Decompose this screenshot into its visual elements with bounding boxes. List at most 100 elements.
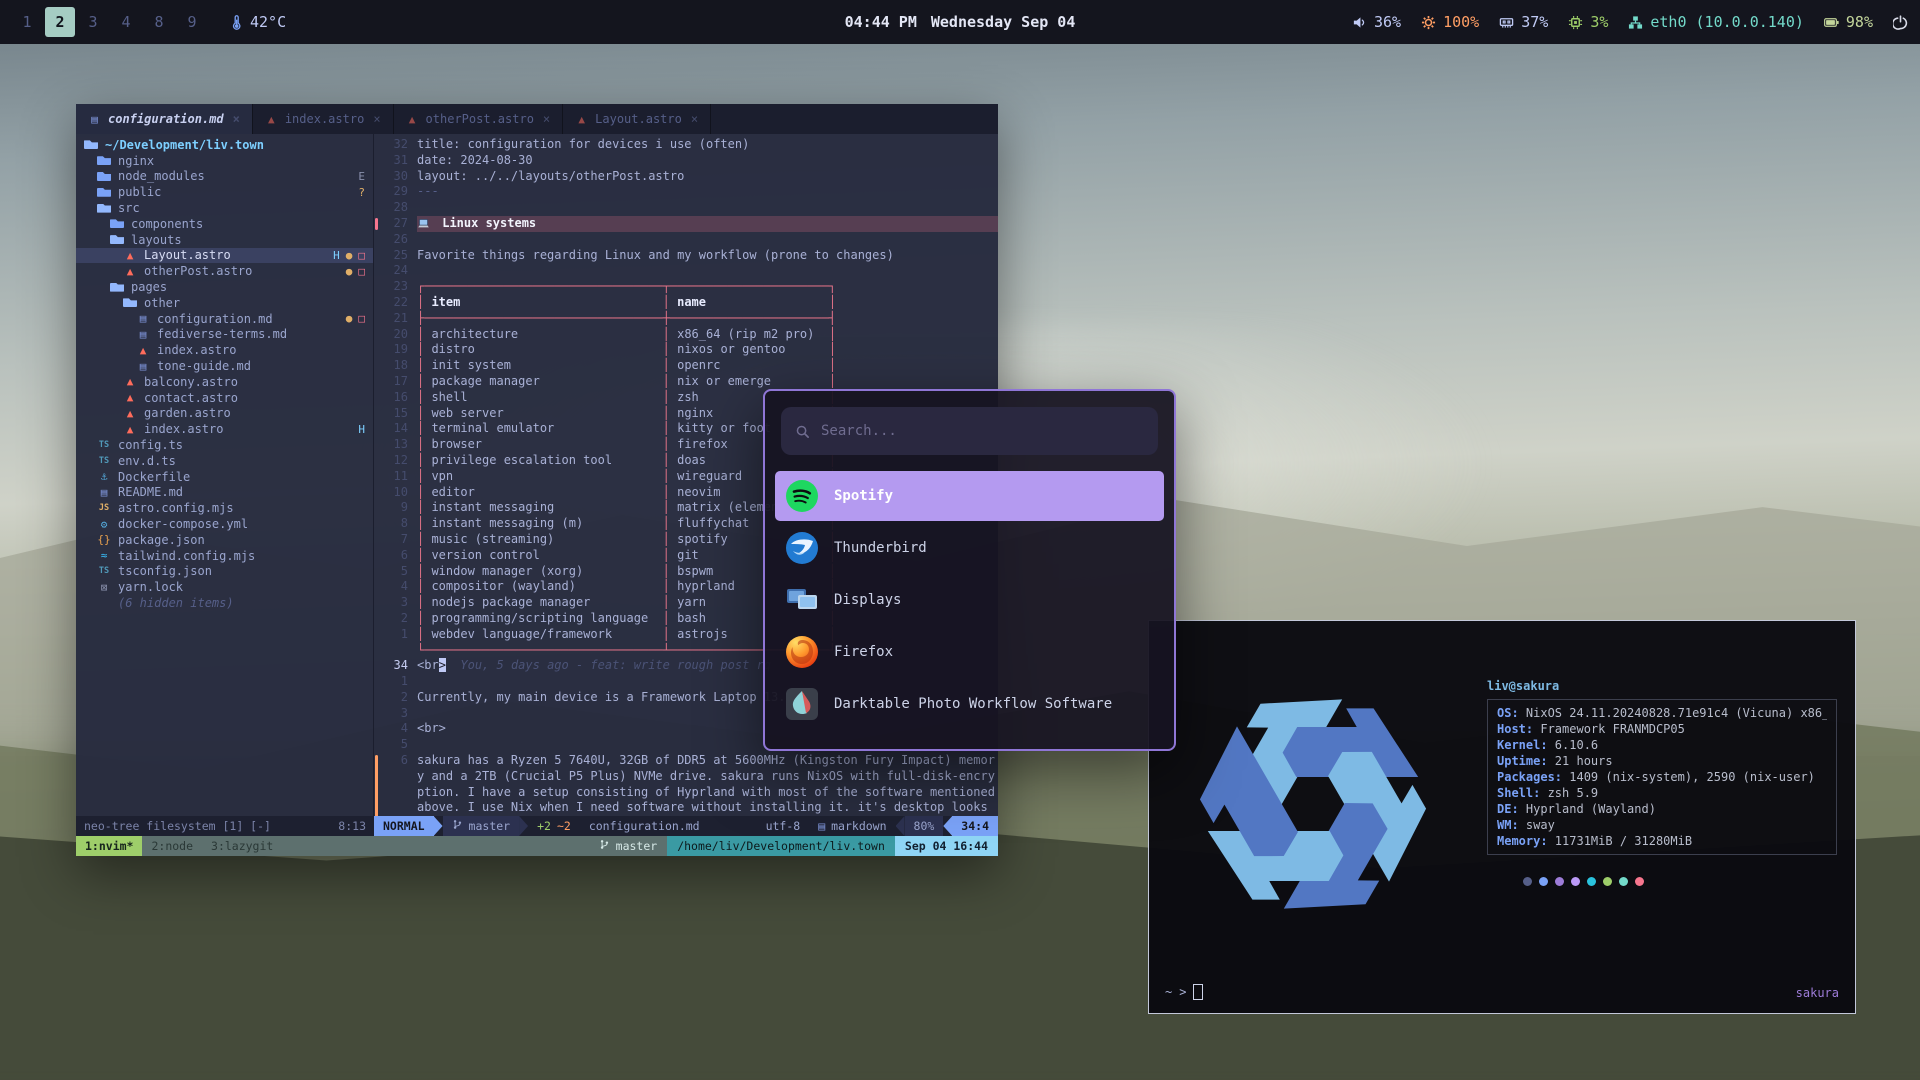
fetch-value: sway: [1526, 818, 1555, 832]
launcher-search-input[interactable]: Search...: [781, 407, 1158, 455]
buffer-line[interactable]: 26: [374, 232, 998, 248]
tree-item-docker-compose.yml[interactable]: ⚙docker-compose.yml: [76, 516, 373, 532]
buffer-line[interactable]: 31date: 2024-08-30: [374, 153, 998, 169]
text-span: >: [439, 658, 446, 672]
text-span: │: [663, 516, 677, 530]
launcher-item-spotify[interactable]: Spotify: [775, 471, 1164, 521]
close-icon[interactable]: ×: [373, 112, 380, 126]
network-module[interactable]: eth0 (10.0.0.140): [1628, 13, 1804, 31]
tree-item-Dockerfile[interactable]: ⚓Dockerfile: [76, 469, 373, 485]
line-sign: [374, 500, 382, 516]
tree-item-package.json[interactable]: {}package.json: [76, 532, 373, 548]
close-icon[interactable]: ×: [543, 112, 550, 126]
buffer-line[interactable]: 30layout: ../../layouts/otherPost.astro: [374, 169, 998, 185]
fetch-row-packages: Packages: 1409 (nix-system), 2590 (nix-u…: [1497, 769, 1827, 785]
tree-item-contact.astro[interactable]: ▲contact.astro: [76, 390, 373, 406]
buffer-line[interactable]: 22│ item │ name │: [374, 295, 998, 311]
temperature-value: 42°C: [250, 13, 286, 31]
close-icon[interactable]: ×: [233, 112, 240, 126]
text-span: You, 5 days ago - feat: write rough post…: [446, 658, 771, 672]
tree-item-env.d.ts[interactable]: TSenv.d.ts: [76, 453, 373, 469]
launcher-item-thunderbird[interactable]: Thunderbird: [775, 523, 1164, 573]
tree-item-public[interactable]: public?: [76, 184, 373, 200]
launcher-item-darktable-photo-workflow-software[interactable]: Darktable Photo Workflow Software: [775, 679, 1164, 729]
tree-item-layouts[interactable]: layouts: [76, 232, 373, 248]
tree-item-node_modules[interactable]: node_modulesE: [76, 169, 373, 185]
palette-dot: [1571, 877, 1580, 886]
line-sign: [374, 643, 382, 659]
tree-item-index.astro[interactable]: ▲index.astroH: [76, 421, 373, 437]
buffer-line[interactable]: 32title: configuration for devices i use…: [374, 137, 998, 153]
workspace-button-1[interactable]: 1: [12, 7, 42, 37]
tree-item-README.md[interactable]: ▤README.md: [76, 485, 373, 501]
tree-item-garden.astro[interactable]: ▲garden.astro: [76, 406, 373, 422]
tsconfig-icon: TS: [97, 566, 111, 576]
tree-item-Layout.astro[interactable]: ▲Layout.astroH●□: [76, 248, 373, 264]
text-span: │: [663, 627, 677, 641]
tree-item-tone-guide.md[interactable]: ▤tone-guide.md: [76, 358, 373, 374]
tree-item-components[interactable]: components: [76, 216, 373, 232]
tree-item-balcony.astro[interactable]: ▲balcony.astro: [76, 374, 373, 390]
cpu-module[interactable]: 3%: [1568, 13, 1608, 31]
line-number: 30: [382, 169, 417, 185]
tree-item-astro.config.mjs[interactable]: JSastro.config.mjs: [76, 500, 373, 516]
buffer-line[interactable]: 23┌─────────────────────────────────┬───…: [374, 279, 998, 295]
tree-mark: ●: [346, 249, 353, 262]
buffer-line[interactable]: 6sakura has a Ryzen 5 7640U, 32GB of DDR…: [374, 753, 998, 816]
workspace-button-3[interactable]: 3: [78, 7, 108, 37]
workspace-button-4[interactable]: 4: [111, 7, 141, 37]
tab-configuration.md[interactable]: ▤configuration.md×: [76, 104, 253, 134]
tree-item-config.ts[interactable]: TSconfig.ts: [76, 437, 373, 453]
tree-item-configuration.md[interactable]: ▤configuration.md●□: [76, 311, 373, 327]
text-span: sakura has a Ryzen 5 7640U, 32GB of DDR5…: [417, 753, 998, 814]
close-icon[interactable]: ×: [691, 112, 698, 126]
darktable-icon: [785, 687, 819, 721]
buffer-line[interactable]: 21├─────────────────────────────────┼───…: [374, 311, 998, 327]
tree-item-tailwind.config.mjs[interactable]: ≈tailwind.config.mjs: [76, 548, 373, 564]
buffer-line[interactable]: 19│ distro │ nixos or gentoo │: [374, 342, 998, 358]
tree-item-otherPost.astro[interactable]: ▲otherPost.astro●□: [76, 263, 373, 279]
buffer-line[interactable]: 20│ architecture │ x86_64 (rip m2 pro) │: [374, 327, 998, 343]
tree-item-marks: ●□: [346, 312, 373, 325]
tree-item-fediverse-terms.md[interactable]: ▤fediverse-terms.md: [76, 327, 373, 343]
tmux-window-1:nvim*[interactable]: 1:nvim*: [76, 836, 142, 856]
tree-item-~/Development/liv.town[interactable]: ~/Development/liv.town: [76, 137, 373, 153]
tree-item-src[interactable]: src: [76, 200, 373, 216]
tab-otherPost.astro[interactable]: ▲otherPost.astro×: [394, 104, 564, 134]
buffer-line[interactable]: 24: [374, 263, 998, 279]
tree-item-pages[interactable]: pages: [76, 279, 373, 295]
buffer-line[interactable]: 28: [374, 200, 998, 216]
brightness-module[interactable]: 100%: [1421, 13, 1479, 31]
shell-prompt[interactable]: ~ >: [1165, 984, 1203, 1000]
tree-item-tsconfig.json[interactable]: TStsconfig.json: [76, 564, 373, 580]
astro-icon: ▲: [123, 375, 137, 388]
volume-module[interactable]: 36%: [1352, 13, 1401, 31]
text-span: vpn: [431, 469, 662, 483]
tree-item-yarn.lock[interactable]: ⊠yarn.lock: [76, 579, 373, 595]
buffer-line[interactable]: 27 Linux systems: [374, 216, 998, 232]
tmux-window-3:lazygit[interactable]: 3:lazygit: [202, 836, 282, 856]
buffer-line[interactable]: 25Favorite things regarding Linux and my…: [374, 248, 998, 264]
buffer-line[interactable]: 17│ package manager │ nix or emerge │: [374, 374, 998, 390]
tree-item-nginx[interactable]: nginx: [76, 153, 373, 169]
tab-index.astro[interactable]: ▲index.astro×: [253, 104, 394, 134]
power-module[interactable]: [1893, 15, 1908, 30]
workspace-button-8[interactable]: 8: [144, 7, 174, 37]
tree-item-other[interactable]: other: [76, 295, 373, 311]
line-sign: [374, 674, 382, 690]
tree-item-index.astro[interactable]: ▲index.astro: [76, 342, 373, 358]
tree-item-(6 hidden items)[interactable]: (6 hidden items): [76, 595, 373, 611]
text-span: │: [417, 342, 431, 356]
launcher-item-firefox[interactable]: Firefox: [775, 627, 1164, 677]
palette-dot: [1603, 877, 1612, 886]
line-sign: [374, 137, 382, 153]
battery-module[interactable]: 98%: [1824, 13, 1873, 31]
buffer-line[interactable]: 18│ init system │ openrc │: [374, 358, 998, 374]
workspace-button-9[interactable]: 9: [177, 7, 207, 37]
tmux-window-2:node[interactable]: 2:node: [142, 836, 202, 856]
launcher-item-displays[interactable]: Displays: [775, 575, 1164, 625]
memory-module[interactable]: 37%: [1499, 13, 1548, 31]
buffer-line[interactable]: 29---: [374, 184, 998, 200]
workspace-button-2[interactable]: 2: [45, 7, 75, 37]
tab-Layout.astro[interactable]: ▲Layout.astro×: [563, 104, 711, 134]
